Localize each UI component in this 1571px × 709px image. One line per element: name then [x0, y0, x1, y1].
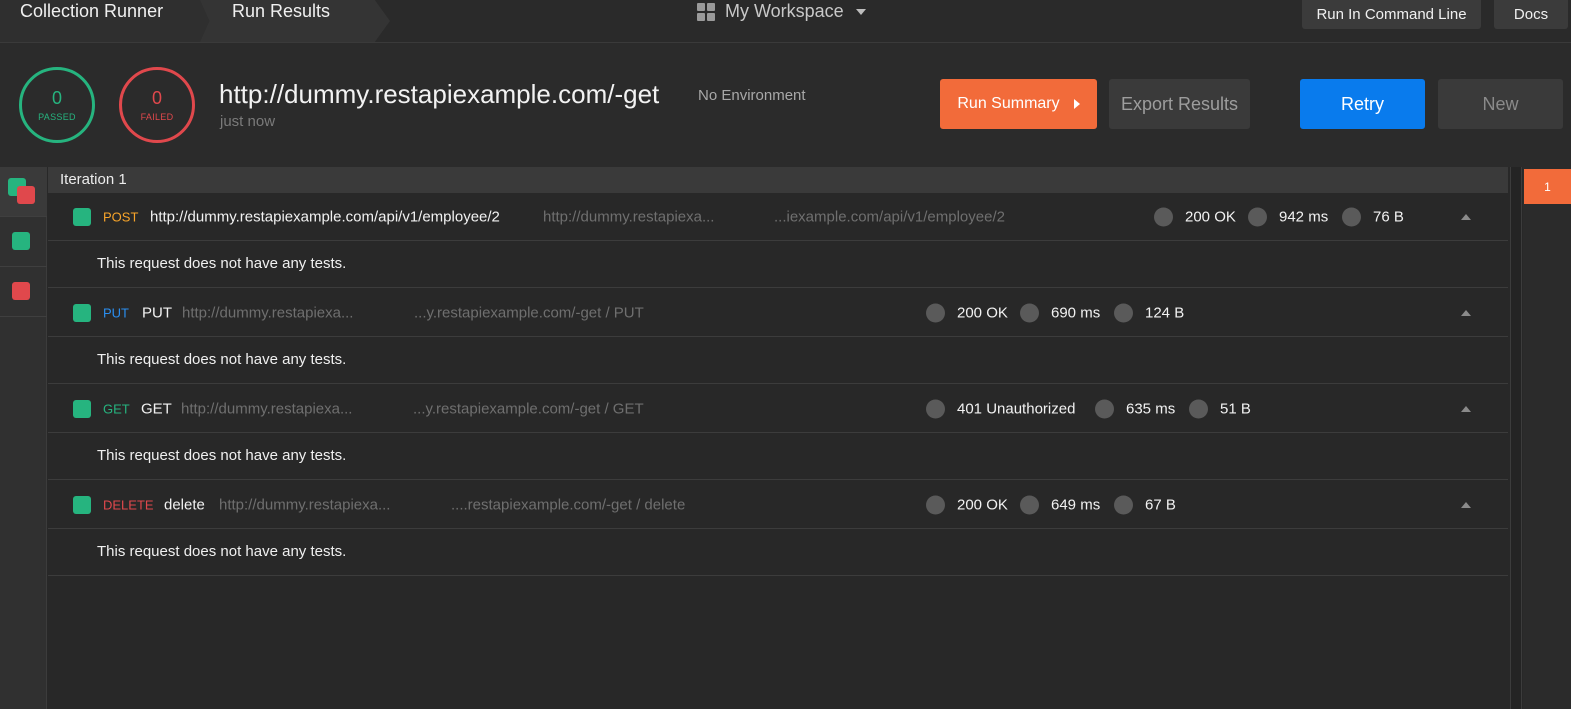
docs-button[interactable]: Docs — [1494, 0, 1568, 29]
grid-icon — [697, 2, 715, 21]
failed-label: FAILED — [140, 112, 174, 122]
response-status: 401 Unauthorized — [957, 400, 1076, 417]
method-label: DELETE — [103, 497, 154, 512]
request-item: POST http://dummy.restapiexample.com/api… — [48, 193, 1508, 288]
passed-count: 0 — [51, 88, 62, 108]
retry-button[interactable]: Retry — [1300, 79, 1425, 129]
response-size: 76 B — [1373, 208, 1404, 225]
failed-counter: 0 FAILED — [119, 67, 195, 143]
size-dot-icon — [1114, 303, 1133, 322]
result-square-icon — [73, 399, 91, 418]
run-title: http://dummy.restapiexample.com/-get — [219, 79, 660, 109]
status-dot-icon — [926, 399, 945, 418]
request-url: http://dummy.restapiexa... — [543, 208, 715, 225]
caret-right-icon — [1073, 99, 1080, 109]
response-time: 690 ms — [1051, 304, 1101, 321]
time-dot-icon — [1248, 207, 1267, 226]
request-item: DELETE delete http://dummy.restapiexa...… — [48, 481, 1508, 576]
request-row[interactable]: DELETE delete http://dummy.restapiexa...… — [48, 481, 1508, 529]
tab-run-results[interactable]: Run Results — [200, 0, 390, 42]
request-name: GET — [141, 400, 172, 417]
request-item: GET GET http://dummy.restapiexa... ...y.… — [48, 385, 1508, 480]
request-url: http://dummy.restapiexa... — [182, 304, 354, 321]
size-dot-icon — [1189, 399, 1208, 418]
workspace-switcher[interactable]: My Workspace — [697, 1, 866, 22]
request-url-tail: ...y.restapiexample.com/-get / PUT — [414, 304, 644, 321]
collapse-icon[interactable] — [1461, 501, 1471, 508]
request-note: This request does not have any tests. — [97, 447, 347, 464]
request-note: This request does not have any tests. — [97, 543, 347, 560]
request-row[interactable]: POST http://dummy.restapiexample.com/api… — [48, 193, 1508, 241]
failed-count: 0 — [151, 88, 162, 108]
method-label: GET — [103, 401, 130, 416]
response-time: 635 ms — [1126, 400, 1176, 417]
response-status: 200 OK — [1185, 208, 1236, 225]
passed-counter: 0 PASSED — [19, 67, 95, 143]
response-status: 200 OK — [957, 304, 1008, 321]
request-url: http://dummy.restapiexa... — [181, 400, 353, 417]
filter-failed[interactable] — [0, 267, 47, 317]
collapse-icon[interactable] — [1461, 405, 1471, 412]
response-size: 124 B — [1145, 304, 1185, 321]
collapse-icon[interactable] — [1461, 309, 1471, 316]
response-size: 67 B — [1145, 496, 1176, 513]
status-dot-icon — [926, 495, 945, 514]
run-summary-label: Run Summary — [957, 95, 1060, 112]
tab-collection-runner[interactable]: Collection Runner — [0, 0, 210, 42]
response-time: 649 ms — [1051, 496, 1101, 513]
collapse-icon[interactable] — [1461, 213, 1471, 220]
response-status: 200 OK — [957, 496, 1008, 513]
request-url-tail: ...y.restapiexample.com/-get / GET — [413, 400, 644, 417]
response-time: 942 ms — [1279, 208, 1329, 225]
request-list: POST http://dummy.restapiexample.com/api… — [48, 193, 1508, 709]
request-row[interactable]: PUT PUT http://dummy.restapiexa... ...y.… — [48, 289, 1508, 337]
chevron-down-icon — [855, 8, 866, 15]
workspace-label: My Workspace — [725, 1, 844, 21]
export-results-button[interactable]: Export Results — [1109, 79, 1250, 129]
iteration-header: Iteration 1 — [48, 167, 1508, 193]
filter-rail — [0, 167, 47, 709]
size-dot-icon — [1342, 207, 1361, 226]
request-note: This request does not have any tests. — [97, 351, 347, 368]
filter-passed[interactable] — [0, 217, 47, 267]
scrollbar[interactable] — [1510, 167, 1522, 709]
request-item: PUT PUT http://dummy.restapiexa... ...y.… — [48, 289, 1508, 384]
passed-label: PASSED — [38, 112, 76, 122]
request-url: http://dummy.restapiexa... — [219, 496, 391, 513]
top-bar: Collection Runner Run Results My Workspa… — [0, 0, 1571, 43]
time-dot-icon — [1095, 399, 1114, 418]
all-red-icon — [17, 186, 35, 204]
request-url-tail: ...iexample.com/api/v1/employee/2 — [774, 208, 1005, 225]
request-note: This request does not have any tests. — [97, 255, 347, 272]
size-dot-icon — [1114, 495, 1133, 514]
request-name: PUT — [142, 304, 172, 321]
result-square-icon — [73, 303, 91, 322]
passed-filter-icon — [12, 232, 30, 250]
new-button[interactable]: New — [1438, 79, 1563, 129]
method-label: PUT — [103, 305, 129, 320]
status-dot-icon — [1154, 207, 1173, 226]
run-summary-button[interactable]: Run Summary — [940, 79, 1097, 129]
method-label: POST — [103, 209, 139, 224]
environment-label: No Environment — [698, 87, 806, 104]
request-name: http://dummy.restapiexample.com/api/v1/e… — [150, 208, 500, 225]
result-square-icon — [73, 207, 91, 226]
request-url-tail: ....restapiexample.com/-get / delete — [451, 496, 686, 513]
run-in-command-line-button[interactable]: Run In Command Line — [1302, 0, 1481, 29]
filter-all[interactable] — [0, 167, 47, 217]
iteration-badge[interactable]: 1 — [1524, 169, 1571, 204]
status-dot-icon — [926, 303, 945, 322]
result-square-icon — [73, 495, 91, 514]
time-dot-icon — [1020, 495, 1039, 514]
iteration-column — [1523, 167, 1571, 709]
request-name: delete — [164, 496, 205, 513]
request-row[interactable]: GET GET http://dummy.restapiexa... ...y.… — [48, 385, 1508, 433]
time-dot-icon — [1020, 303, 1039, 322]
failed-filter-icon — [12, 282, 30, 300]
response-size: 51 B — [1220, 400, 1251, 417]
run-timestamp: just now — [220, 113, 276, 130]
